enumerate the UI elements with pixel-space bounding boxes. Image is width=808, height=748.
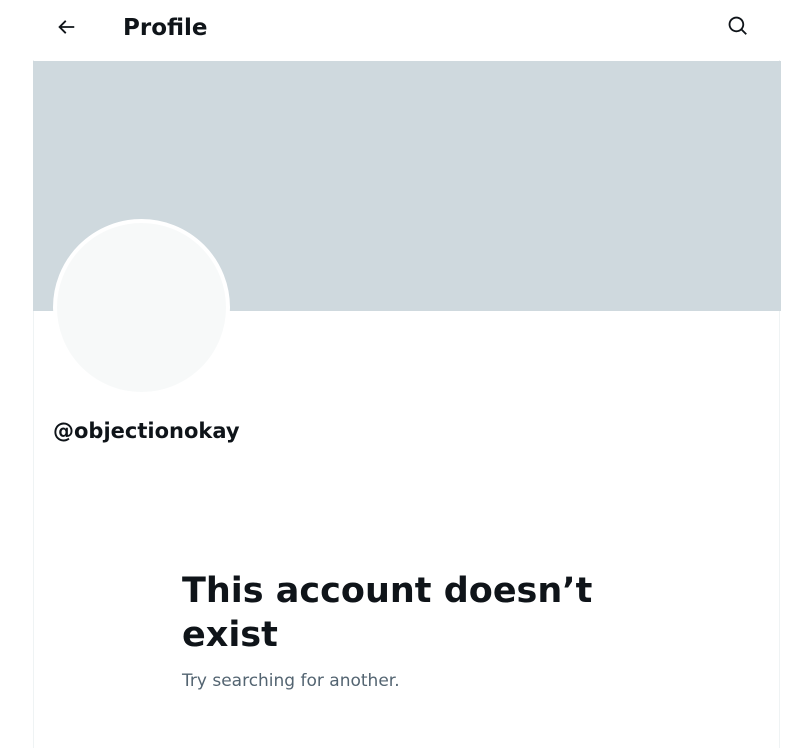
- search-icon: [727, 15, 749, 41]
- avatar: [53, 219, 230, 396]
- search-button[interactable]: [718, 8, 758, 48]
- page-title: Profile: [123, 15, 208, 41]
- back-button[interactable]: [46, 9, 86, 49]
- arrow-left-icon: [55, 16, 77, 42]
- empty-state-subtitle: Try searching for another.: [182, 671, 400, 691]
- empty-state-title: This account doesn’t exist: [182, 571, 593, 655]
- profile-handle: @objectionokay: [53, 419, 240, 443]
- top-bar: Profile: [0, 0, 808, 60]
